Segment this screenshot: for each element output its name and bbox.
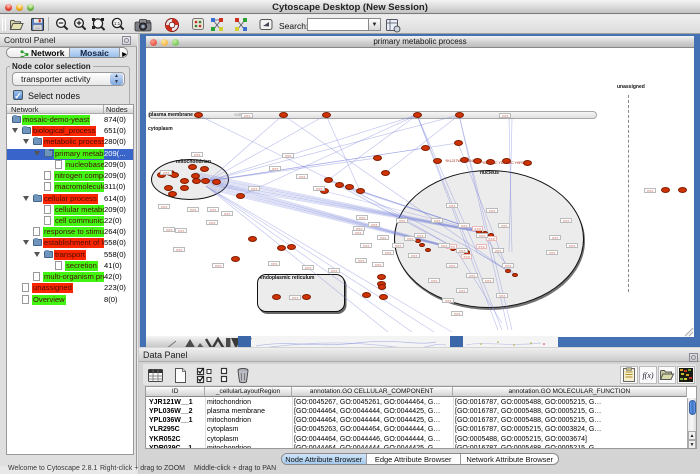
svg-text:f(x): f(x) (642, 371, 653, 380)
svg-text:1:1: 1:1 (114, 21, 121, 26)
